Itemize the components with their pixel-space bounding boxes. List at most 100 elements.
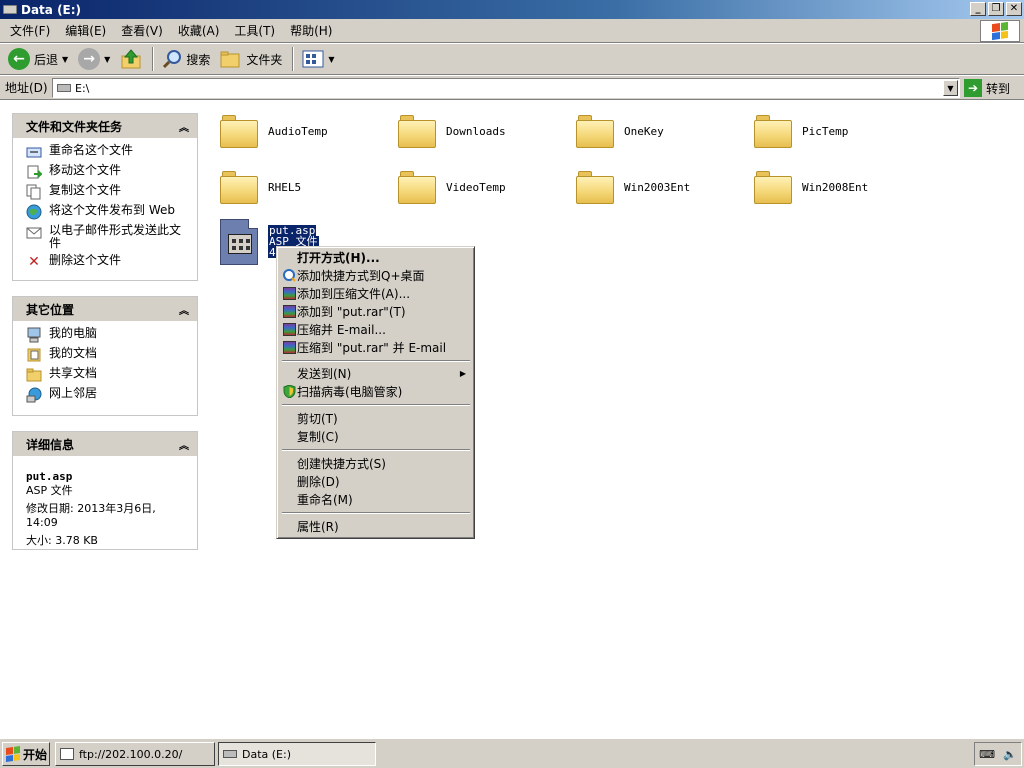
places-panel-header[interactable]: 其它位置 ︽ xyxy=(13,297,197,321)
title-bar[interactable]: Data (E:) _ ❐ ✕ xyxy=(0,0,1024,19)
menu-add-to-rar[interactable]: 添加到 "put.rar"(T) xyxy=(280,303,472,320)
views-dropdown-icon[interactable]: ▼ xyxy=(328,55,334,64)
place-network-label: 网上邻居 xyxy=(49,386,98,400)
place-my-documents-label: 我的文档 xyxy=(49,346,98,360)
details-panel-header[interactable]: 详细信息 ︽ xyxy=(13,432,197,456)
menu-create-shortcut[interactable]: 创建快捷方式(S) xyxy=(280,455,472,472)
menu-file[interactable]: 文件(F) xyxy=(4,22,56,39)
up-button[interactable] xyxy=(116,46,146,72)
folder-icon xyxy=(576,169,614,205)
forward-dropdown-icon[interactable]: ▼ xyxy=(104,55,110,64)
views-icon xyxy=(302,50,324,68)
go-button[interactable]: ➔ 转到 xyxy=(964,78,1010,98)
folder-item[interactable]: AudioTemp xyxy=(220,106,390,156)
rename-icon xyxy=(26,144,42,160)
folder-item[interactable]: Win2008Ent xyxy=(754,162,924,212)
menu-add-shortcut-qplus[interactable]: 添加快捷方式到Q+桌面 xyxy=(280,267,472,284)
copy-icon xyxy=(26,184,42,200)
place-my-computer[interactable]: 我的电脑 xyxy=(26,327,189,343)
forward-button[interactable]: → ▼ xyxy=(74,46,114,72)
folder-item[interactable]: PicTemp xyxy=(754,106,924,156)
volume-icon[interactable]: 🔈 xyxy=(1003,748,1017,761)
windows-logo-icon xyxy=(980,20,1020,42)
keyboard-icon[interactable]: ⌨ xyxy=(979,748,995,761)
menu-rename-label: 重命名(M) xyxy=(297,493,353,507)
place-network[interactable]: 网上邻居 xyxy=(26,387,189,403)
tasks-panel-title: 文件和文件夹任务 xyxy=(26,119,123,134)
task-delete[interactable]: ✕ 删除这个文件 xyxy=(26,254,189,270)
folder-item[interactable]: OneKey xyxy=(576,106,746,156)
start-label: 开始 xyxy=(23,747,48,762)
details-panel: 详细信息 ︽ put.asp ASP 文件 修改日期: 2013年3月6日, 1… xyxy=(12,431,198,550)
menu-tools[interactable]: 工具(T) xyxy=(228,22,281,39)
network-icon xyxy=(26,387,42,403)
folder-item[interactable]: RHEL5 xyxy=(220,162,390,212)
tasks-panel: 文件和文件夹任务 ︽ 重命名这个文件 移动这个文件 复制这个文件 将这个文件发布… xyxy=(12,113,198,281)
menu-copy[interactable]: 复制(C) xyxy=(280,428,472,445)
drive-icon xyxy=(3,5,17,14)
place-shared-documents[interactable]: 共享文档 xyxy=(26,367,189,383)
collapse-icon[interactable]: ︽ xyxy=(179,302,189,317)
task-publish-web[interactable]: 将这个文件发布到 Web xyxy=(26,204,189,220)
task-copy[interactable]: 复制这个文件 xyxy=(26,184,189,200)
folder-icon xyxy=(398,113,436,149)
folder-name: Win2008Ent xyxy=(802,180,869,194)
folders-button[interactable]: 文件夹 xyxy=(216,46,286,72)
menu-add-archive[interactable]: 添加到压缩文件(A)... xyxy=(280,285,472,302)
menu-edit[interactable]: 编辑(E) xyxy=(59,22,112,39)
task-email[interactable]: 以电子邮件形式发送此文件 xyxy=(26,224,189,250)
menu-delete[interactable]: 删除(D) xyxy=(280,473,472,490)
address-input[interactable]: E:\ ▼ xyxy=(52,78,960,98)
taskbar-task-data[interactable]: Data (E:) xyxy=(218,742,376,766)
asp-file-icon xyxy=(220,219,258,265)
folder-item[interactable]: Downloads xyxy=(398,106,568,156)
menu-cut[interactable]: 剪切(T) xyxy=(280,410,472,427)
menu-send-to[interactable]: 发送到(N) ▶ xyxy=(280,365,472,382)
menu-open-with-label: 打开方式(H)... xyxy=(297,251,380,265)
task-rename[interactable]: 重命名这个文件 xyxy=(26,144,189,160)
task-move[interactable]: 移动这个文件 xyxy=(26,164,189,180)
folder-item[interactable]: Win2003Ent xyxy=(576,162,746,212)
menu-view[interactable]: 查看(V) xyxy=(115,22,169,39)
delete-icon: ✕ xyxy=(28,253,40,270)
search-button[interactable]: 搜索 xyxy=(158,46,214,72)
menu-open-with[interactable]: 打开方式(H)... xyxy=(280,249,472,266)
details-size: 大小: 3.78 KB xyxy=(26,534,98,547)
menu-compress-rar-email[interactable]: 压缩到 "put.rar" 并 E-mail xyxy=(280,339,472,356)
drive-icon xyxy=(223,750,237,758)
drive-icon xyxy=(57,84,71,92)
collapse-icon[interactable]: ︽ xyxy=(179,119,189,134)
start-button[interactable]: 开始 xyxy=(2,742,50,766)
menu-help[interactable]: 帮助(H) xyxy=(284,22,338,39)
place-my-documents[interactable]: 我的文档 xyxy=(26,347,189,363)
menu-add-to-rar-label: 添加到 "put.rar"(T) xyxy=(297,305,406,319)
folder-icon xyxy=(754,113,792,149)
menu-scan-virus[interactable]: 扫描病毒(电脑管家) xyxy=(280,383,472,400)
menu-rename[interactable]: 重命名(M) xyxy=(280,491,472,508)
taskbar-task-ftp[interactable]: ftp://202.100.0.20/ xyxy=(55,742,215,766)
menu-properties[interactable]: 属性(R) xyxy=(280,518,472,535)
search-icon xyxy=(163,50,182,69)
collapse-icon[interactable]: ︽ xyxy=(179,437,189,452)
menu-properties-label: 属性(R) xyxy=(297,520,339,534)
menu-compress-email[interactable]: 压缩并 E-mail... xyxy=(280,321,472,338)
toolbar-separator xyxy=(152,47,155,71)
tasks-panel-header[interactable]: 文件和文件夹任务 ︽ xyxy=(13,114,197,138)
folder-name: AudioTemp xyxy=(268,124,328,138)
close-button[interactable]: ✕ xyxy=(1006,2,1022,16)
views-button[interactable]: ▼ xyxy=(298,46,338,72)
folder-icon xyxy=(398,169,436,205)
address-dropdown-icon[interactable]: ▼ xyxy=(943,80,958,96)
back-dropdown-icon[interactable]: ▼ xyxy=(62,55,68,64)
restore-button[interactable]: ❐ xyxy=(988,2,1004,16)
context-menu: 打开方式(H)... 添加快捷方式到Q+桌面 添加到压缩文件(A)... 添加到… xyxy=(276,246,475,539)
menu-add-archive-label: 添加到压缩文件(A)... xyxy=(297,287,411,301)
folder-item[interactable]: VideoTemp xyxy=(398,162,568,212)
folder-name: OneKey xyxy=(624,124,664,138)
task-delete-label: 删除这个文件 xyxy=(49,253,122,267)
back-button[interactable]: ← 后退 ▼ xyxy=(4,46,72,72)
menu-favorites[interactable]: 收藏(A) xyxy=(172,22,226,39)
places-panel-title: 其它位置 xyxy=(26,302,75,317)
task-pane: 文件和文件夹任务 ︽ 重命名这个文件 移动这个文件 复制这个文件 将这个文件发布… xyxy=(0,101,206,738)
minimize-button[interactable]: _ xyxy=(970,2,986,16)
